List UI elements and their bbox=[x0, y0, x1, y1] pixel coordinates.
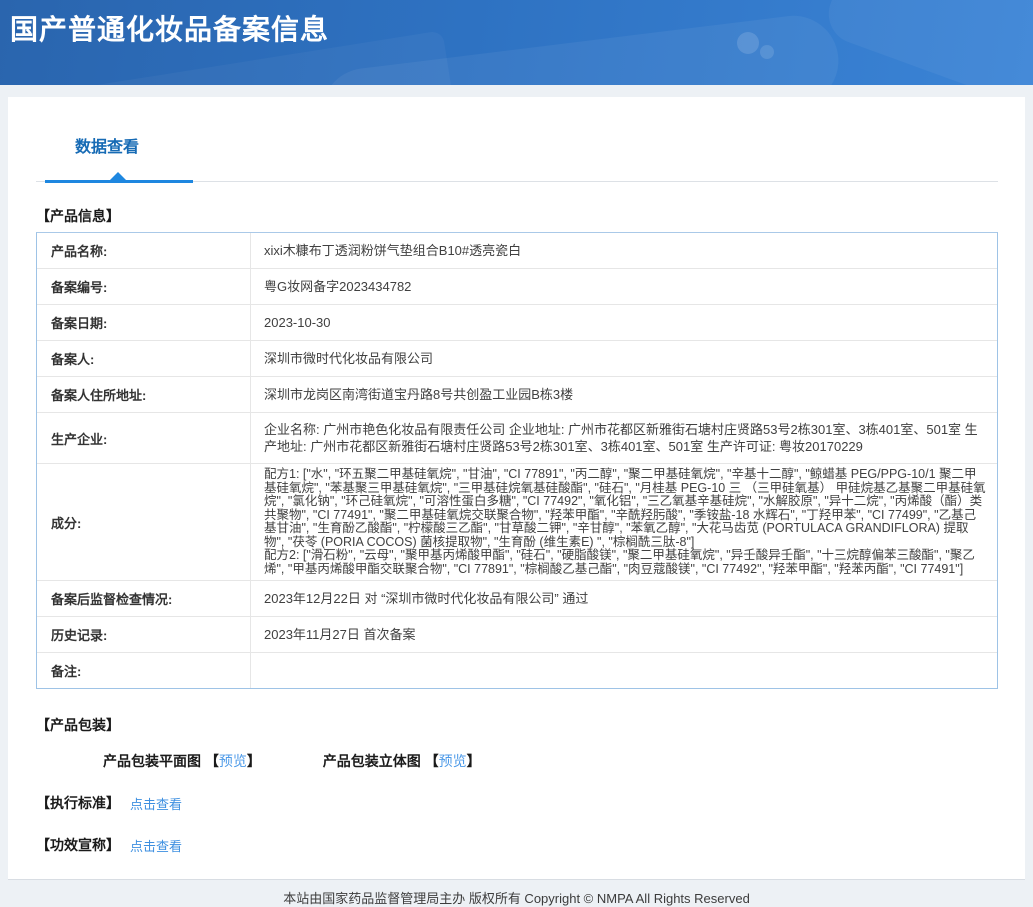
field-value: 深圳市微时代化妆品有限公司 bbox=[264, 351, 434, 366]
table-row-product-name: 产品名称: xixi木糠布丁透润粉饼气垫组合B10#透亮瓷白 bbox=[37, 233, 997, 269]
banner-decoration-circle bbox=[737, 32, 759, 54]
packaging-solid-preview-link[interactable]: 预览 bbox=[439, 753, 467, 769]
page-footer: 本站由国家药品监督管理局主办 版权所有 Copyright © NMPA All… bbox=[0, 880, 1033, 907]
field-value bbox=[251, 653, 997, 688]
field-label: 备案编号: bbox=[37, 269, 251, 304]
banner-decoration-corner bbox=[820, 0, 1033, 85]
field-value: 2023年11月27日 首次备案 bbox=[264, 627, 416, 642]
section-product-info-title: 【产品信息】 bbox=[36, 208, 120, 224]
claims-view-link[interactable]: 点击查看 bbox=[130, 836, 182, 855]
field-label: 产品名称: bbox=[37, 233, 251, 268]
field-value: 粤G妆网备字2023434782 bbox=[264, 279, 412, 294]
table-row-supervision-check: 备案后监督检查情况: 2023年12月22日 对 “深圳市微时代化妆品有限公司”… bbox=[37, 581, 997, 617]
field-value: 配方1: ["水", "环五聚二甲基硅氧烷", "甘油", "CI 77891"… bbox=[264, 467, 986, 576]
tab-active-triangle bbox=[110, 172, 126, 180]
section-standard: 【执行标准】 点击查看 bbox=[36, 793, 998, 813]
packaging-flat-item: 产品包装平面图 【预览】 bbox=[103, 753, 265, 769]
table-row-registration-number: 备案编号: 粤G妆网备字2023434782 bbox=[37, 269, 997, 305]
bracket-open: 【 bbox=[424, 753, 439, 769]
tab-data-view[interactable]: 数据查看 bbox=[75, 133, 139, 157]
field-label: 备案后监督检查情况: bbox=[37, 581, 251, 616]
tab-underline bbox=[36, 171, 998, 183]
bracket-close: 】 bbox=[246, 753, 261, 769]
section-claims: 【功效宣称】 点击查看 bbox=[36, 835, 998, 855]
bracket-open: 【 bbox=[204, 753, 219, 769]
field-value: 企业名称: 广州市艳色化妆品有限责任公司 企业地址: 广州市花都区新雅街石塘村庄… bbox=[264, 422, 978, 454]
field-value: 深圳市龙岗区南湾街道宝丹路8号共创盈工业园B栋3楼 bbox=[264, 387, 574, 402]
table-row-remarks: 备注: bbox=[37, 653, 997, 688]
field-label: 成分: bbox=[37, 464, 251, 580]
field-value: xixi木糠布丁透润粉饼气垫组合B10#透亮瓷白 bbox=[264, 243, 522, 258]
standard-view-link[interactable]: 点击查看 bbox=[130, 794, 182, 813]
field-label: 备案日期: bbox=[37, 305, 251, 340]
table-row-manufacturer: 生产企业: 企业名称: 广州市艳色化妆品有限责任公司 企业地址: 广州市花都区新… bbox=[37, 413, 997, 464]
field-value: 2023年12月22日 对 “深圳市微时代化妆品有限公司” 通过 bbox=[264, 591, 589, 606]
tab-active-indicator bbox=[45, 180, 193, 183]
field-value: 2023-10-30 bbox=[264, 315, 331, 330]
page-title: 国产普通化妆品备案信息 bbox=[10, 14, 330, 45]
field-label: 备注: bbox=[37, 653, 251, 688]
field-label: 历史记录: bbox=[37, 617, 251, 652]
bracket-close: 】 bbox=[466, 753, 481, 769]
packaging-solid-label: 产品包装立体图 bbox=[322, 753, 421, 769]
packaging-flat-label: 产品包装平面图 bbox=[103, 753, 201, 769]
packaging-flat-preview-link[interactable]: 预览 bbox=[219, 753, 247, 769]
table-row-registration-date: 备案日期: 2023-10-30 bbox=[37, 305, 997, 341]
table-row-history: 历史记录: 2023年11月27日 首次备案 bbox=[37, 617, 997, 653]
section-packaging-title: 【产品包装】 bbox=[36, 717, 120, 733]
section-standard-title: 【执行标准】 bbox=[36, 795, 120, 811]
banner-decoration-circle-small bbox=[760, 45, 774, 59]
table-row-ingredients: 成分: 配方1: ["水", "环五聚二甲基硅氧烷", "甘油", "CI 77… bbox=[37, 464, 997, 581]
packaging-line: 产品包装平面图 【预览】 产品包装立体图 【预览】 bbox=[103, 751, 998, 771]
page-header-banner: 国产普通化妆品备案信息 bbox=[0, 0, 1033, 85]
field-label: 生产企业: bbox=[37, 413, 251, 463]
table-row-registrant-address: 备案人住所地址: 深圳市龙岗区南湾街道宝丹路8号共创盈工业园B栋3楼 bbox=[37, 377, 997, 413]
tab-bar: 数据查看 bbox=[36, 133, 998, 171]
table-row-registrant: 备案人: 深圳市微时代化妆品有限公司 bbox=[37, 341, 997, 377]
product-info-table: 产品名称: xixi木糠布丁透润粉饼气垫组合B10#透亮瓷白 备案编号: 粤G妆… bbox=[36, 232, 998, 689]
packaging-solid-item: 产品包装立体图 【预览】 bbox=[323, 753, 481, 769]
field-label: 备案人: bbox=[37, 341, 251, 376]
section-claims-title: 【功效宣称】 bbox=[36, 837, 120, 853]
content-card: 数据查看 【产品信息】 产品名称: xixi木糠布丁透润粉饼气垫组合B10#透亮… bbox=[8, 97, 1025, 880]
footer-copyright-text: 本站由国家药品监督管理局主办 版权所有 Copyright © NMPA All… bbox=[283, 891, 750, 906]
field-label: 备案人住所地址: bbox=[37, 377, 251, 412]
